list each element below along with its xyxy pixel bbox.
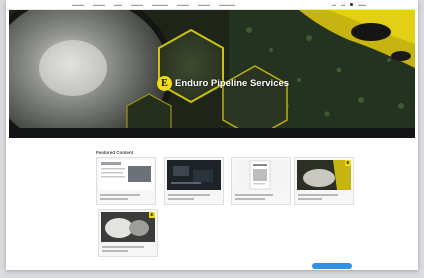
section-title: Featured Content [96, 150, 134, 155]
content-card[interactable] [164, 157, 224, 205]
nav-link[interactable]: ▬▬▬ [177, 2, 189, 7]
content-card[interactable] [96, 157, 156, 205]
nav-link[interactable]: ▬▬▬ [93, 2, 105, 7]
featured-section: Featured Content E E [6, 140, 418, 270]
card-caption-placeholder [102, 246, 144, 248]
nav-utility-link[interactable]: ▬ [332, 2, 336, 7]
card-caption-placeholder [298, 194, 338, 196]
enduro-logo-icon: E [157, 76, 172, 91]
nav-link[interactable]: ▬▬▬▬ [152, 2, 168, 7]
page-window: ▬▬▬ ▬▬▬ ▬▬ ▬▬▬ ▬▬▬▬ ▬▬▬ ▬▬▬ ▬▬▬▬ ▬ ▬ ▬▬ [6, 0, 418, 270]
nav-links: ▬▬▬ ▬▬▬ ▬▬ ▬▬▬ ▬▬▬▬ ▬▬▬ ▬▬▬ ▬▬▬▬ [6, 2, 235, 7]
card-caption-placeholder [168, 194, 210, 196]
card-thumbnail [167, 160, 221, 190]
top-navigation: ▬▬▬ ▬▬▬ ▬▬ ▬▬▬ ▬▬▬▬ ▬▬▬ ▬▬▬ ▬▬▬▬ ▬ ▬ ▬▬ [6, 0, 418, 10]
nav-link[interactable]: ▬▬▬▬ [219, 2, 235, 7]
card-thumbnail [99, 160, 153, 190]
card-thumbnail [234, 160, 288, 190]
nav-link[interactable]: ▬▬ [114, 2, 122, 7]
enduro-logo-icon: E [345, 160, 351, 166]
nav-right: ▬ ▬ ▬▬ [332, 2, 418, 7]
brand-name: Enduro Pipeline Services [175, 78, 290, 89]
content-card[interactable]: E [294, 157, 354, 205]
nav-utility-link[interactable]: ▬ [341, 2, 345, 7]
card-thumbnail [101, 212, 155, 242]
user-avatar-icon[interactable] [350, 3, 353, 6]
enduro-logo-icon: E [149, 212, 155, 218]
card-caption-placeholder [168, 198, 194, 200]
hero-bottom-strip [9, 128, 415, 138]
content-card[interactable]: E [98, 209, 158, 257]
nav-link[interactable]: ▬▬▬ [131, 2, 143, 7]
card-caption-placeholder [298, 198, 322, 200]
content-card[interactable] [231, 157, 291, 205]
card-caption-placeholder [100, 194, 140, 196]
card-caption-placeholder [235, 198, 265, 200]
card-caption-placeholder [100, 198, 128, 200]
hero-banner: E Enduro Pipeline Services [9, 10, 415, 138]
brand-lockup[interactable]: E Enduro Pipeline Services [157, 76, 289, 91]
card-caption-placeholder [235, 194, 273, 196]
card-caption-placeholder [102, 250, 128, 252]
nav-link[interactable]: ▬▬▬ [72, 2, 84, 7]
card-thumbnail [297, 160, 351, 190]
nav-link[interactable]: ▬▬▬ [198, 2, 210, 7]
action-button[interactable] [312, 263, 352, 269]
hero-image [9, 10, 415, 138]
nav-utility-link[interactable]: ▬▬ [358, 2, 366, 7]
